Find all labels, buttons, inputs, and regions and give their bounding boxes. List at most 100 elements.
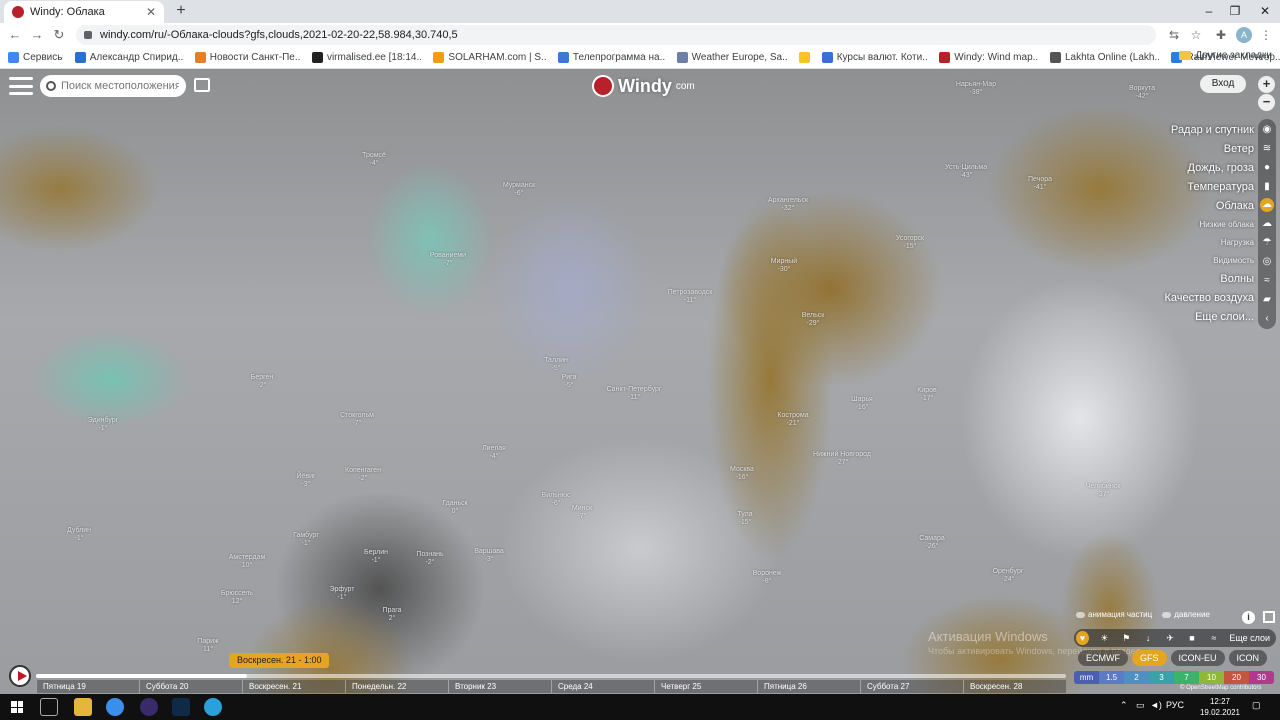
- bookmark-item[interactable]: SOLARHAM.com | S...: [433, 52, 546, 63]
- layer-item[interactable]: Низкие облака: [1200, 216, 1254, 234]
- city-label[interactable]: Рованиеми -7°: [430, 252, 466, 268]
- thermometer-icon[interactable]: ▮: [1260, 178, 1274, 195]
- forward-icon[interactable]: →: [28, 26, 46, 44]
- city-label[interactable]: Вильнюс -6°: [542, 492, 571, 508]
- bookmark-item[interactable]: Lakhta Online (Lakh...: [1049, 52, 1159, 63]
- timeline-day[interactable]: Понедельн. 22: [345, 680, 448, 693]
- bookmark-item[interactable]: Телепрограмма на...: [557, 52, 665, 63]
- layer-item[interactable]: Ветер: [1224, 140, 1254, 159]
- layer-item[interactable]: Облака: [1216, 197, 1254, 216]
- bookmark-item[interactable]: Weather Europe, Sa...: [676, 52, 787, 63]
- bookmark-item[interactable]: [799, 52, 810, 63]
- restore-icon[interactable]: ❐: [1222, 0, 1248, 23]
- bookmark-item[interactable]: Сервисы: [8, 52, 63, 63]
- chevron-left-icon[interactable]: ‹: [1260, 310, 1274, 327]
- zoom-in-button[interactable]: +: [1258, 76, 1275, 93]
- city-label[interactable]: Москва -16°: [730, 466, 754, 482]
- timeline-day[interactable]: Воскресен. 28: [963, 680, 1066, 693]
- share-icon[interactable]: [194, 78, 210, 92]
- model-button[interactable]: ICON-EU: [1170, 650, 1225, 666]
- wind-gust-icon[interactable]: ≈: [1207, 631, 1220, 645]
- city-label[interactable]: Челябинск -37°: [1086, 483, 1121, 499]
- city-label[interactable]: Вельск -29°: [802, 312, 825, 328]
- city-label[interactable]: Киров -17°: [917, 387, 937, 403]
- weather-icon[interactable]: ☀: [1098, 631, 1111, 645]
- timeline-day[interactable]: Среда 24: [551, 680, 654, 693]
- city-label[interactable]: Нарьян-Мар -38°: [956, 81, 996, 97]
- app-circle-icon[interactable]: [140, 698, 158, 716]
- city-label[interactable]: Стокгольм -7°: [340, 412, 374, 428]
- timeline-day[interactable]: Суббота 27: [860, 680, 963, 693]
- rain-drop-icon[interactable]: ●: [1260, 159, 1274, 176]
- close-window-icon[interactable]: ✕: [1252, 0, 1278, 23]
- city-label[interactable]: Кострома -21°: [777, 412, 808, 428]
- pressure-toggle[interactable]: давление: [1162, 610, 1210, 619]
- city-label[interactable]: Петрозаводск -11°: [668, 289, 713, 305]
- flag-icon[interactable]: ⚑: [1120, 631, 1133, 645]
- photoshop-icon[interactable]: [172, 698, 190, 716]
- timeline-day[interactable]: Вторник 23: [448, 680, 551, 693]
- city-label[interactable]: Варшава -3°: [474, 548, 504, 564]
- address-bar[interactable]: windy.com/ru/-Облака-clouds?gfs,clouds,2…: [76, 25, 1156, 45]
- browser-tab[interactable]: Windy: Облака ✕: [4, 1, 164, 23]
- city-label[interactable]: Брюссель 12°: [221, 590, 253, 606]
- city-label[interactable]: Минск -7°: [572, 505, 592, 521]
- city-label[interactable]: Рига -5°: [562, 374, 577, 390]
- timeline-track[interactable]: [36, 674, 1066, 678]
- search-input[interactable]: [61, 80, 179, 92]
- globe-icon[interactable]: ◉: [1260, 121, 1274, 138]
- layer-item[interactable]: Качество воздуха: [1165, 289, 1255, 308]
- city-label[interactable]: Печора -41°: [1028, 176, 1052, 192]
- current-time-bubble[interactable]: Воскресен. 21 - 1:00: [229, 653, 330, 668]
- layer-item[interactable]: Волны: [1220, 270, 1254, 289]
- layer-item[interactable]: Радар и спутник: [1171, 121, 1254, 140]
- city-label[interactable]: Тула -15°: [737, 511, 752, 527]
- play-button[interactable]: [9, 665, 31, 687]
- wind-icon[interactable]: ≋: [1260, 140, 1274, 157]
- favorite-heart-icon[interactable]: ♥: [1076, 631, 1089, 645]
- city-label[interactable]: Познань -2°: [416, 551, 443, 567]
- layer-item[interactable]: Нагрузка: [1221, 234, 1254, 252]
- plane-icon[interactable]: ✈: [1164, 631, 1177, 645]
- new-tab-button[interactable]: +: [172, 2, 190, 20]
- pin-icon[interactable]: ↓: [1142, 631, 1155, 645]
- low-clouds-icon[interactable]: ☁: [1260, 215, 1274, 232]
- close-tab-icon[interactable]: ✕: [146, 5, 156, 19]
- model-button[interactable]: ECMWF: [1078, 650, 1128, 666]
- timeline-day[interactable]: Воскресен. 21: [242, 680, 345, 693]
- city-label[interactable]: Мирный -30°: [771, 258, 797, 274]
- waves-icon[interactable]: ≈: [1260, 272, 1274, 289]
- bookmark-item[interactable]: Курсы валют. Коти...: [821, 52, 927, 63]
- city-label[interactable]: Дублин -1°: [67, 527, 91, 543]
- zoom-out-button[interactable]: −: [1258, 94, 1275, 111]
- city-label[interactable]: Копенгаген -2°: [345, 467, 381, 483]
- other-bookmarks[interactable]: Другие закладки: [1179, 50, 1272, 61]
- city-label[interactable]: Санкт-Петербург -11°: [607, 386, 662, 402]
- city-label[interactable]: Шарья -16°: [851, 396, 873, 412]
- city-label[interactable]: Прага 2°: [382, 607, 401, 623]
- timeline-day[interactable]: Суббота 20: [139, 680, 242, 693]
- eye-icon[interactable]: ◎: [1260, 253, 1274, 270]
- tray-arrow-icon[interactable]: ⌃: [1120, 700, 1128, 711]
- network-icon[interactable]: ▭: [1136, 700, 1145, 711]
- kebab-menu-icon[interactable]: ⋮: [1258, 27, 1274, 43]
- city-label[interactable]: Архангельск -32°: [768, 197, 808, 213]
- windows-start-icon[interactable]: [11, 701, 23, 713]
- city-label[interactable]: Эрфурт -1°: [330, 586, 355, 602]
- city-label[interactable]: Берген -2°: [251, 374, 274, 390]
- profile-avatar[interactable]: A: [1236, 27, 1252, 43]
- clouds-icon[interactable]: ☁: [1260, 198, 1274, 212]
- city-label[interactable]: Мурманск -6°: [503, 182, 535, 198]
- city-label[interactable]: Йёвиг -3°: [296, 473, 315, 489]
- city-label[interactable]: Воркута -42°: [1129, 85, 1155, 101]
- city-label[interactable]: Усогорск -15°: [896, 235, 924, 251]
- webcam-icon[interactable]: ■: [1186, 631, 1199, 645]
- city-label[interactable]: Самара -26°: [919, 535, 945, 551]
- translate-icon[interactable]: ⇆: [1166, 27, 1182, 43]
- cloud-base-icon[interactable]: ☂: [1260, 234, 1274, 251]
- city-label[interactable]: Нижний Новгород -27°: [813, 451, 871, 467]
- bookmark-item[interactable]: Александр Спирид...: [74, 52, 183, 63]
- city-label[interactable]: Лиепая -4°: [482, 445, 506, 461]
- timeline-day[interactable]: Пятница 19: [36, 680, 139, 693]
- taskbar-clock[interactable]: 12:27 19.02.2021: [1198, 696, 1242, 718]
